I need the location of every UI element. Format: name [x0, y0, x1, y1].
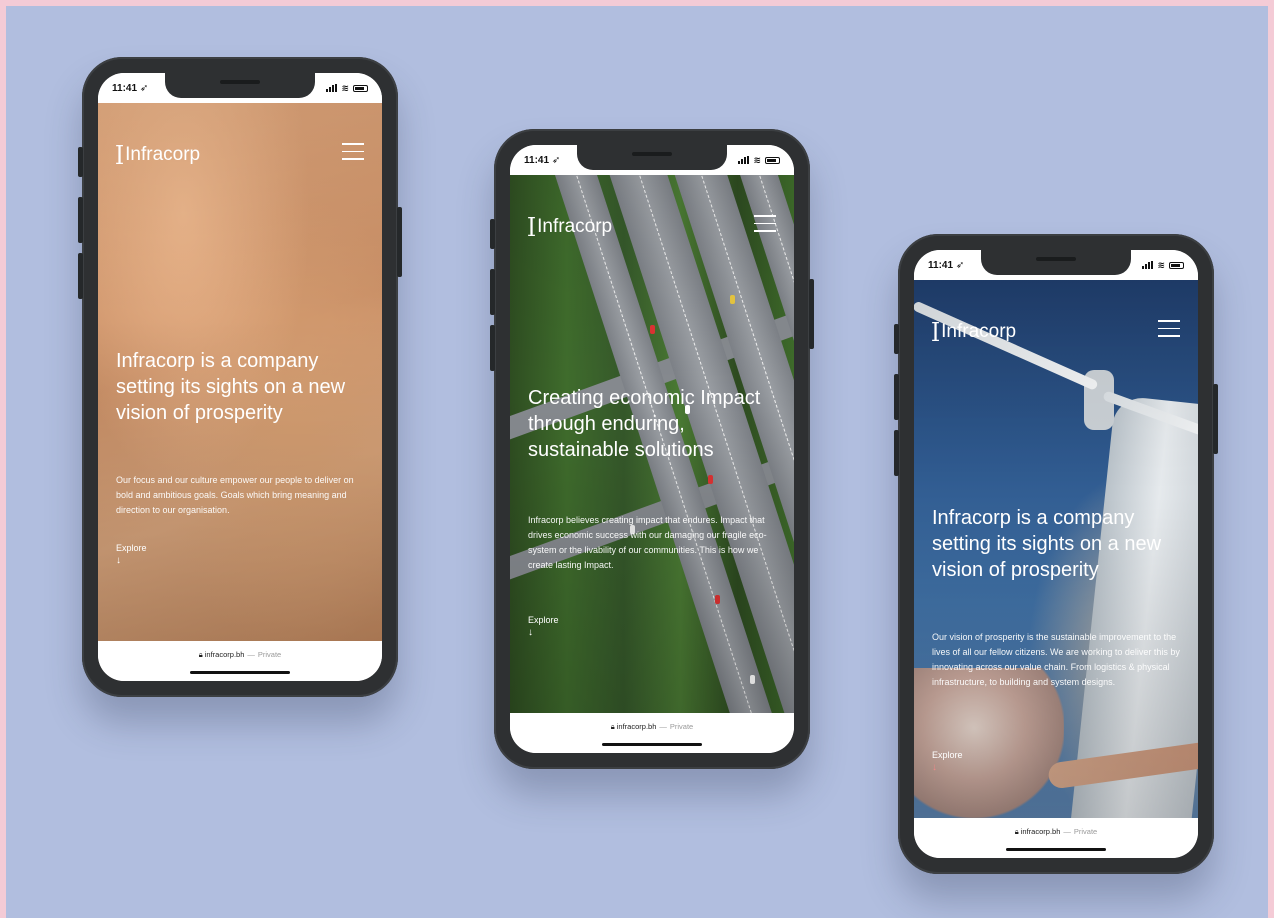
side-button [78, 253, 83, 299]
hero-background: ][ Infracorp Infracorp is a company sett… [98, 103, 382, 681]
hero-body: Our focus and our culture empower our pe… [116, 475, 354, 515]
url-separator: — [247, 650, 255, 659]
hero-headline: Infracorp is a company setting its sight… [932, 507, 1162, 581]
brand-logo[interactable]: ][ Infracorp [116, 143, 200, 166]
url-text: infracorp.bh [616, 722, 657, 731]
side-button [894, 374, 899, 420]
mockup-canvas: 11:41 ➶ ≋ ][ Infracorp Infracorp is a co… [6, 6, 1268, 918]
hero-headline: Creating economic Impact through endurin… [528, 387, 761, 461]
location-arrow-icon: ➶ [139, 82, 149, 94]
brand-logo[interactable]: ][ Infracorp [528, 215, 612, 238]
phone-notch [981, 250, 1131, 275]
location-arrow-icon: ➶ [955, 259, 965, 271]
infracorp-bracket-icon: ][ [528, 215, 535, 237]
side-button [894, 430, 899, 476]
signal-icon [1142, 261, 1154, 269]
home-indicator [190, 671, 290, 674]
url-private-label: Private [1073, 827, 1098, 836]
lock-icon: 🔒︎ [1014, 827, 1019, 836]
hamburger-menu-icon[interactable] [342, 143, 364, 166]
phone-notch [165, 73, 315, 98]
arrow-down-icon: ↓ [116, 555, 121, 566]
phone-screen: 11:41 ➶ ≋ ][ Infracorp Infracorp is a co… [98, 73, 382, 681]
explore-label: Explore [932, 750, 963, 760]
phone-screen: 11:41 ➶ ≋][Infracorp Creating economic… [510, 145, 794, 753]
arrow-down-icon: ↓ [528, 627, 533, 638]
side-button [397, 207, 402, 277]
lock-icon: 🔒︎ [198, 650, 203, 659]
side-button [1213, 384, 1218, 454]
side-button [78, 197, 83, 243]
home-indicator [602, 743, 702, 746]
brand-name: Infracorp [941, 320, 1017, 342]
url-private-label: Private [669, 722, 694, 731]
side-button [809, 279, 814, 349]
explore-label: Explore [528, 615, 559, 625]
brand-name: Infracorp [537, 215, 613, 237]
infracorp-bracket-icon: ][ [932, 320, 939, 342]
status-time: 11:41 ➶ [524, 154, 561, 166]
battery-icon [353, 84, 368, 92]
location-arrow-icon: ➶ [551, 154, 561, 166]
side-button [490, 219, 495, 249]
url-bar[interactable]: 🔒︎ infracorp.bh — Private [98, 641, 382, 681]
explore-link[interactable]: Explore ↓ [116, 543, 147, 566]
wifi-icon: ≋ [341, 82, 349, 93]
url-text: infracorp.bh [204, 650, 245, 659]
side-button [78, 147, 83, 177]
infracorp-bracket-icon: ][ [116, 143, 123, 165]
arrow-down-icon: ↓ [932, 762, 937, 773]
wifi-icon: ≋ [1157, 259, 1165, 270]
hero-body: Infracorp believes creating impact that … [528, 515, 767, 570]
status-time: 11:41 ➶ [112, 82, 149, 94]
hamburger-menu-icon[interactable] [1158, 320, 1180, 343]
lock-icon: 🔒︎ [610, 722, 615, 731]
phone-mockup-2: 11:41 ➶ ≋][Infracorp Creating economic… [490, 129, 814, 769]
hero-background: ][ Infracorp Infracorp is a company sett… [914, 280, 1198, 818]
phone-notch [577, 145, 727, 170]
signal-icon [326, 84, 338, 92]
phone-mockup-3: 11:41 ➶ ≋ ][ Infracorp Infracorp is a co… [894, 234, 1218, 874]
home-indicator [1006, 848, 1106, 851]
phone-screen: 11:41 ➶ ≋ ][ Infracorp Infracorp is a co… [914, 250, 1198, 858]
explore-label: Explore [116, 543, 147, 553]
explore-link[interactable]: Explore ↓ [528, 615, 559, 638]
hamburger-menu-icon[interactable] [754, 215, 776, 238]
status-time: 11:41 ➶ [928, 259, 965, 271]
url-bar[interactable]: 🔒︎ infracorp.bh — Private [510, 713, 794, 753]
brand-logo[interactable]: ][ Infracorp [932, 320, 1016, 343]
hero-background: ][ Infracorp Creating economic Impact th… [510, 175, 794, 713]
hero-headline: Infracorp is a company setting its sight… [116, 350, 346, 424]
battery-icon [1169, 261, 1184, 269]
phone-mockup-1: 11:41 ➶ ≋ ][ Infracorp Infracorp is a co… [78, 57, 402, 697]
url-private-label: Private [257, 650, 282, 659]
hero-body: Our vision of prosperity is the sustaina… [932, 632, 1180, 687]
url-separator: — [659, 722, 667, 731]
brand-name: Infracorp [125, 143, 201, 165]
side-button [490, 325, 495, 371]
url-text: infracorp.bh [1020, 827, 1061, 836]
explore-link[interactable]: Explore ↓ [932, 750, 963, 773]
side-button [490, 269, 495, 315]
side-button [894, 324, 899, 354]
url-separator: — [1063, 827, 1071, 836]
signal-icon [738, 156, 750, 164]
url-bar[interactable]: 🔒︎ infracorp.bh — Private [914, 818, 1198, 858]
wifi-icon: ≋ [753, 154, 761, 165]
battery-icon [765, 156, 780, 164]
